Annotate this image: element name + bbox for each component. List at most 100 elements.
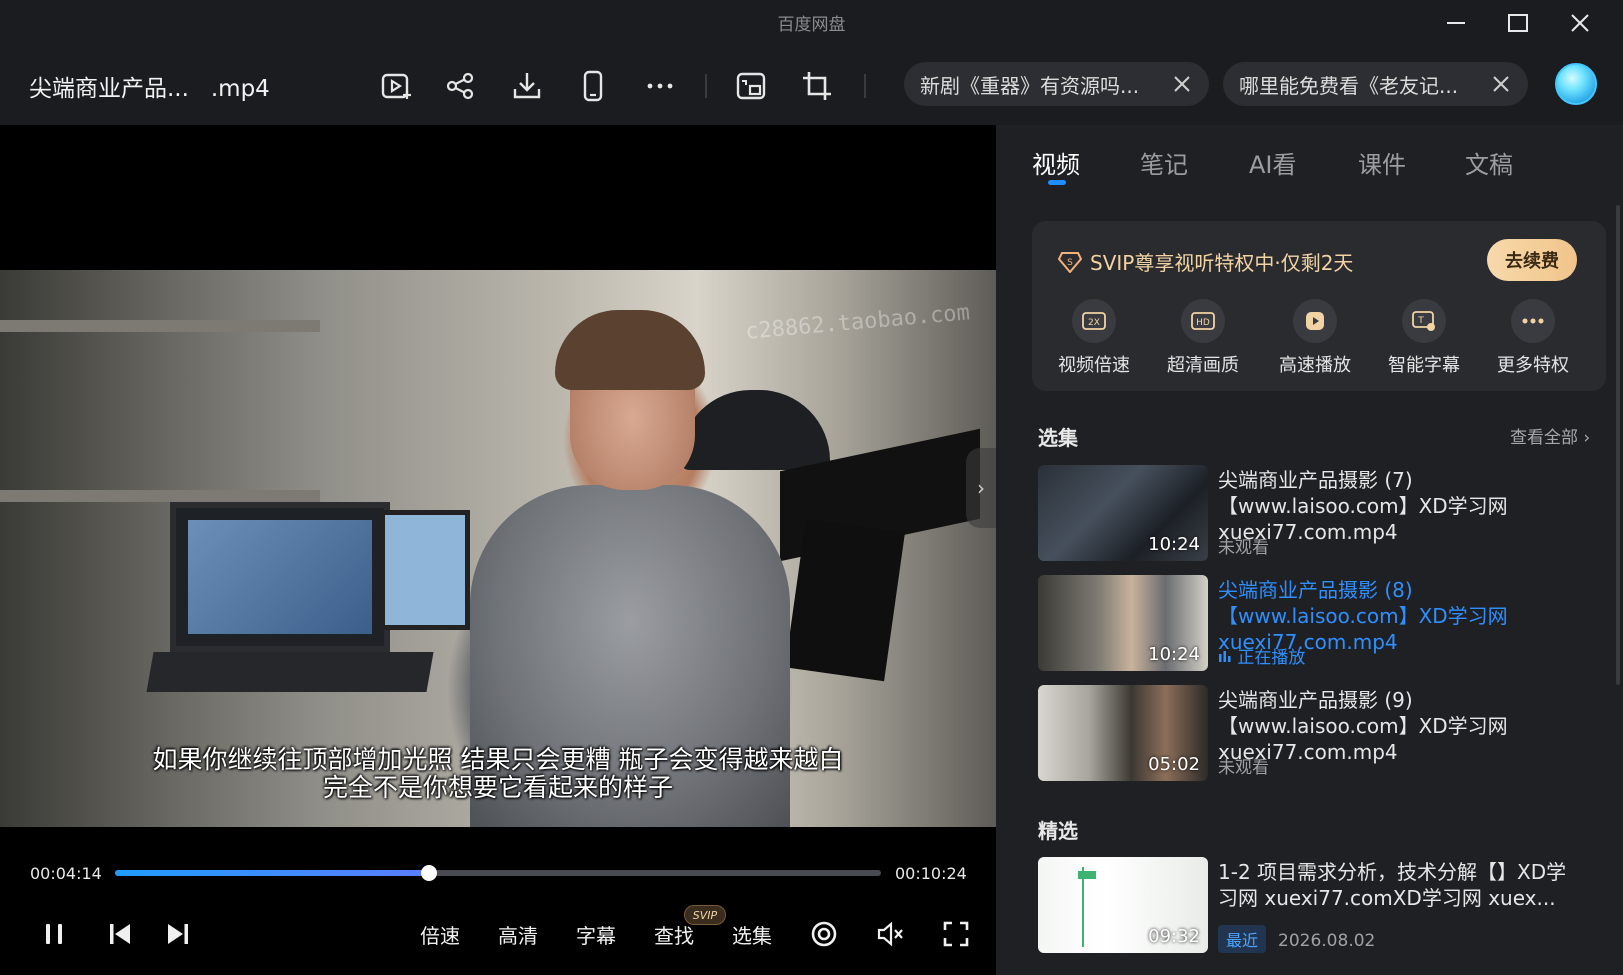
- episode-status: 正在播放: [1218, 643, 1305, 668]
- panel-scrollbar[interactable]: [1616, 205, 1620, 685]
- maximize-button[interactable]: [1491, 8, 1545, 38]
- featured-duration: 09:32: [1148, 926, 1200, 947]
- search-suggestion-pill[interactable]: 新剧《重器》有资源吗...: [904, 62, 1209, 106]
- speed-button[interactable]: 倍速: [412, 912, 468, 956]
- toolbar-divider: [705, 74, 707, 98]
- episode-duration: 05:02: [1148, 754, 1200, 775]
- featured-date: 2026.08.02: [1278, 931, 1376, 951]
- download-icon: [513, 73, 541, 99]
- perk-fast-play[interactable]: 高速播放: [1265, 299, 1365, 377]
- next-button[interactable]: [160, 912, 196, 956]
- close-window-button[interactable]: [1553, 8, 1607, 38]
- tab-video[interactable]: 视频: [1032, 145, 1080, 180]
- recent-badge: 最近: [1218, 925, 1267, 953]
- laptop: [170, 502, 390, 652]
- tab-indicator: [1048, 180, 1066, 185]
- episode-item[interactable]: 10:24 尖端商业产品摄影 (8)【www.laisoo.com】XD学习网 …: [1038, 575, 1598, 671]
- download-button[interactable]: [505, 64, 549, 108]
- thumbnail-node: [1078, 871, 1096, 879]
- chevron-right-icon: ›: [977, 476, 985, 500]
- perk-more[interactable]: 更多特权: [1483, 299, 1583, 377]
- monitor: [380, 510, 470, 630]
- episodes-section-title: 选集: [1038, 426, 1078, 450]
- mute-button[interactable]: [872, 912, 908, 956]
- episode-title: 尖端商业产品摄影 (7)【www.laisoo.com】XD学习网 xuexi7…: [1218, 468, 1508, 544]
- play-to-tv-button[interactable]: [374, 64, 418, 108]
- svg-text:HD: HD: [1196, 318, 1210, 328]
- expand-panel-button[interactable]: ›: [966, 448, 996, 528]
- episodes-button[interactable]: 选集: [724, 912, 780, 956]
- video-frame[interactable]: c28862.taobao.com 如果你继续往顶部增加光照 结果只会更糟 瓶子…: [0, 270, 996, 827]
- laptop-base: [146, 652, 434, 692]
- studio-lamp: [680, 390, 830, 470]
- avatar[interactable]: [1555, 63, 1597, 105]
- perk-hd[interactable]: HD 超清画质: [1153, 299, 1253, 377]
- laptop-screen: [188, 520, 372, 634]
- phone-icon: [583, 70, 603, 102]
- tab-courseware[interactable]: 课件: [1358, 145, 1406, 180]
- perk-speed[interactable]: 2X 视频倍速: [1044, 299, 1144, 377]
- search-suggestion-text: 哪里能免费看《老友记...: [1239, 73, 1459, 98]
- perk-label: 视频倍速: [1058, 355, 1130, 376]
- share-icon: [446, 72, 474, 100]
- svg-text:2X: 2X: [1088, 318, 1100, 328]
- speed-2x-icon: 2X: [1072, 299, 1116, 343]
- toolbar-divider: [864, 74, 866, 98]
- settings-button[interactable]: [806, 912, 842, 956]
- tab-transcript[interactable]: 文稿: [1465, 145, 1513, 180]
- side-panel: 视频 笔记 AI看 课件 文稿 S SVIP尊享视听特权中·仅剩2天 去续费 2…: [996, 125, 1623, 975]
- share-button[interactable]: [438, 64, 482, 108]
- video-watermark: c28862.taobao.com: [744, 300, 971, 345]
- episode-thumbnail: 05:02: [1038, 685, 1208, 781]
- app-title: 百度网盘: [777, 15, 846, 35]
- renew-button[interactable]: 去续费: [1487, 239, 1577, 281]
- perk-label: 高速播放: [1279, 355, 1351, 376]
- smart-subtitle-icon: T: [1402, 299, 1446, 343]
- perk-smart-subtitle[interactable]: T 智能字幕: [1374, 299, 1474, 377]
- tab-ai-watch[interactable]: AI看: [1249, 145, 1297, 180]
- close-pill-button[interactable]: [1490, 73, 1512, 95]
- view-all-link[interactable]: 查看全部 ›: [1510, 423, 1590, 448]
- black-card: [785, 518, 905, 682]
- crop-button[interactable]: [795, 64, 839, 108]
- progress-fill: [115, 870, 430, 876]
- screenshot-button[interactable]: [729, 64, 773, 108]
- more-perks-icon: [1511, 299, 1555, 343]
- previous-button[interactable]: [102, 912, 138, 956]
- current-time: 00:04:14: [30, 864, 102, 883]
- perk-label: 更多特权: [1497, 355, 1569, 376]
- progress-thumb[interactable]: [421, 865, 438, 881]
- episode-status: 未观看: [1218, 758, 1269, 778]
- file-title: 尖端商业产品... .mp4: [29, 76, 270, 102]
- subtitle-button[interactable]: 字幕: [568, 912, 624, 956]
- featured-meta: 最近 2026.08.02: [1218, 925, 1375, 953]
- svip-card: S SVIP尊享视听特权中·仅剩2天 去续费 2X 视频倍速 HD 超清画质 高…: [1032, 221, 1606, 391]
- featured-item[interactable]: 09:32 1-2 项目需求分析，技术分解【】XD学习网 xuexi77.com…: [1038, 857, 1598, 953]
- featured-title: 1-2 项目需求分析，技术分解【】XD学习网 xuexi77.comXD学习网 …: [1218, 860, 1567, 910]
- minimize-button[interactable]: [1429, 8, 1483, 38]
- minimize-icon: [1447, 22, 1465, 24]
- chevron-right-icon: ›: [1583, 428, 1591, 448]
- skip-next-icon: [168, 924, 188, 944]
- quality-button[interactable]: 高清: [490, 912, 546, 956]
- phone-button[interactable]: [571, 64, 615, 108]
- episode-title: 尖端商业产品摄影 (9)【www.laisoo.com】XD学习网 xuexi7…: [1218, 688, 1508, 764]
- more-button[interactable]: [638, 64, 682, 108]
- close-icon: [1174, 76, 1190, 92]
- pause-button[interactable]: [36, 912, 72, 956]
- crop-icon: [803, 72, 831, 100]
- video-player[interactable]: c28862.taobao.com 如果你继续往顶部增加光照 结果只会更糟 瓶子…: [0, 125, 996, 975]
- target-icon: [811, 921, 837, 947]
- total-time: 00:10:24: [895, 864, 967, 883]
- perk-label: 智能字幕: [1388, 355, 1460, 376]
- play-to-tv-icon: [381, 73, 411, 99]
- fullscreen-button[interactable]: [938, 912, 974, 956]
- episode-item[interactable]: 10:24 尖端商业产品摄影 (7)【www.laisoo.com】XD学习网 …: [1038, 465, 1598, 561]
- progress-bar[interactable]: [115, 865, 881, 881]
- close-pill-button[interactable]: [1171, 73, 1193, 95]
- episode-item[interactable]: 05:02 尖端商业产品摄影 (9)【www.laisoo.com】XD学习网 …: [1038, 685, 1598, 781]
- maximize-icon: [1508, 14, 1528, 32]
- search-suggestion-pill[interactable]: 哪里能免费看《老友记...: [1223, 62, 1528, 106]
- skip-previous-icon: [110, 924, 130, 944]
- tab-notes[interactable]: 笔记: [1140, 145, 1188, 180]
